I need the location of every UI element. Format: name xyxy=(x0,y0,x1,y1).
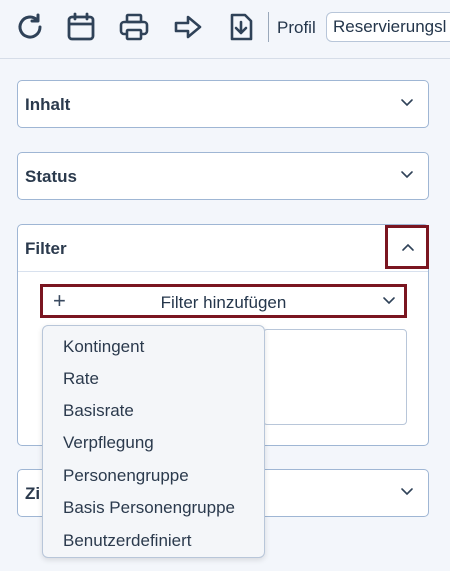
add-filter-label: Filter hinzufügen xyxy=(160,293,287,312)
chevron-down-icon[interactable] xyxy=(400,98,414,108)
section-inhalt-header[interactable]: Inhalt xyxy=(18,81,428,127)
profil-select[interactable]: Reservierungsl xyxy=(326,12,450,42)
refresh-icon[interactable] xyxy=(14,11,46,43)
section-filter-title: Filter xyxy=(25,239,67,258)
section-filter-divider xyxy=(18,271,428,272)
dropdown-option[interactable]: Kontingent xyxy=(43,331,264,363)
section-inhalt: Inhalt xyxy=(17,80,429,128)
filter-options-dropdown: Kontingent Rate Basisrate Verpflegung Pe… xyxy=(42,325,265,558)
chevron-up-icon xyxy=(402,243,414,251)
add-filter-dropdown[interactable]: + Filter hinzufügen xyxy=(40,284,407,318)
toolbar-separator xyxy=(268,12,269,42)
filter-list-box[interactable] xyxy=(263,329,407,425)
profil-label: Profil xyxy=(277,18,316,37)
section-status: Status xyxy=(17,152,429,200)
section-filter-header[interactable]: Filter xyxy=(18,225,428,271)
toolbar: Profil Reservierungsl xyxy=(0,0,450,59)
section-status-header[interactable]: Status xyxy=(18,153,428,199)
dropdown-option[interactable]: Basisrate xyxy=(43,395,264,427)
dropdown-option[interactable]: Rate xyxy=(43,363,264,395)
print-icon[interactable] xyxy=(118,11,150,43)
section-inhalt-title: Inhalt xyxy=(25,95,71,114)
chevron-down-icon[interactable] xyxy=(400,170,414,180)
dropdown-option[interactable]: Basis Personengruppe xyxy=(43,492,264,524)
dropdown-option[interactable]: Personengruppe xyxy=(43,460,264,492)
dropdown-option[interactable]: Benutzerdefiniert xyxy=(43,525,264,557)
download-file-icon[interactable] xyxy=(225,11,257,43)
section-zi-title: Zi xyxy=(25,484,41,503)
chevron-down-icon xyxy=(382,296,396,306)
section-status-title: Status xyxy=(25,167,77,186)
filter-collapse-button[interactable] xyxy=(385,225,429,269)
calendar-icon[interactable] xyxy=(65,11,97,43)
chevron-down-icon[interactable] xyxy=(400,487,414,497)
dropdown-option[interactable]: Verpflegung xyxy=(43,427,264,459)
forward-arrow-icon[interactable] xyxy=(172,11,204,43)
